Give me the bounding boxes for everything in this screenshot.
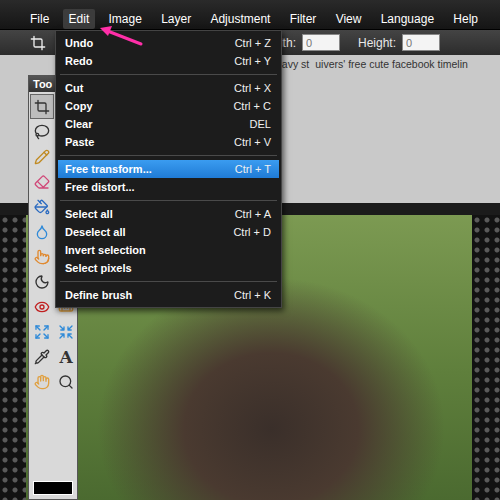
tool-button[interactable]: [54, 369, 78, 394]
tool-button[interactable]: [30, 119, 54, 144]
menu-item-label: Define brush: [65, 289, 132, 301]
menu-item-shortcut: Ctrl + C: [223, 100, 271, 112]
menu-separator: [60, 74, 277, 75]
menu-separator: [60, 200, 277, 201]
menu-item-label: Select all: [65, 208, 113, 220]
menu-item[interactable]: Invert selection: [58, 241, 279, 259]
menu-item[interactable]: Copy Ctrl + C: [58, 97, 279, 115]
document-title-part: uivers' free cute facebook timelin: [315, 58, 468, 70]
menu-item[interactable]: Free distort...: [58, 178, 279, 196]
menu-item[interactable]: Select pixels: [58, 259, 279, 277]
menu-item[interactable]: Select all Ctrl + A: [58, 205, 279, 223]
menu-bar-item[interactable]: Layer: [155, 9, 197, 29]
menu-item-label: Paste: [65, 136, 94, 148]
menu-bar-item[interactable]: Adjustment: [204, 9, 276, 29]
menu-item-label: Free distort...: [65, 181, 135, 193]
menu-bar-item[interactable]: Edit: [63, 9, 96, 29]
lace-border: [472, 215, 500, 500]
bucket-icon: [34, 199, 50, 215]
tool-button[interactable]: [54, 319, 78, 344]
zoom-icon: [58, 374, 74, 390]
hand-icon: [34, 374, 50, 390]
eraser-icon: [34, 174, 50, 190]
menu-item-shortcut: DEL: [240, 118, 271, 130]
menu-item-shortcut: Ctrl + D: [223, 226, 271, 238]
menu-bar-item[interactable]: Filter: [284, 9, 323, 29]
tool-button[interactable]: [30, 194, 54, 219]
red-eye-icon: [34, 299, 50, 315]
menu-item-shortcut: Ctrl + A: [225, 208, 271, 220]
menu-item-shortcut: Ctrl + V: [224, 136, 271, 148]
menu-bar-item[interactable]: Image: [103, 9, 148, 29]
tool-button[interactable]: [30, 294, 54, 319]
menu-item-label: Select pixels: [65, 262, 132, 274]
menu-item[interactable]: Redo Ctrl + Y: [58, 52, 279, 70]
tool-button[interactable]: [30, 369, 54, 394]
tool-button[interactable]: [30, 319, 54, 344]
pencil-icon: [34, 149, 50, 165]
crop-icon: [34, 99, 50, 115]
height-field[interactable]: [402, 34, 440, 51]
pointer-arrow-icon: [95, 22, 145, 48]
smudge-icon: [34, 249, 50, 265]
menu-bar-item[interactable]: View: [330, 9, 368, 29]
menu-item-label: Cut: [65, 82, 83, 94]
width-field[interactable]: [302, 34, 340, 51]
menu-bar: File Edit Image Layer Adjustment Filter View La…: [0, 0, 500, 30]
menu-separator: [60, 281, 277, 282]
tool-button[interactable]: [30, 244, 54, 269]
bloat-icon: [34, 324, 50, 340]
tool-button[interactable]: [30, 219, 54, 244]
menu-item-label: Deselect all: [65, 226, 126, 238]
tool-button[interactable]: [30, 269, 54, 294]
menu-item-shortcut: Ctrl + Y: [224, 55, 271, 67]
menu-item-label: Redo: [65, 55, 93, 67]
burn-icon: [34, 274, 50, 290]
type-tool[interactable]: A: [54, 344, 78, 369]
menu-item[interactable]: Deselect all Ctrl + D: [58, 223, 279, 241]
editor-window: File Edit Image Layer Adjustment Filter View La…: [0, 0, 500, 500]
color-swatch[interactable]: [33, 481, 73, 495]
tool-button[interactable]: [30, 94, 54, 119]
pinch-icon: [58, 324, 74, 340]
menu-item[interactable]: Define brush Ctrl + K: [58, 286, 279, 304]
menu-bar-item[interactable]: Language: [375, 9, 440, 29]
menu-item[interactable]: Cut Ctrl + X: [58, 79, 279, 97]
menu-item[interactable]: Undo Ctrl + Z: [58, 34, 279, 52]
crop-icon[interactable]: [30, 35, 46, 51]
menu-bar-item[interactable]: File: [24, 9, 55, 29]
menu-item-label: Free transform...: [65, 163, 152, 175]
height-label: Height:: [358, 36, 396, 50]
tool-button[interactable]: [30, 344, 54, 369]
menu-item[interactable]: Clear DEL: [58, 115, 279, 133]
edit-menu: UndoCtrl + ZRedoCtrl + YCutCtrl + XCopyC…: [55, 30, 282, 308]
picker-icon: [34, 349, 50, 365]
menu-bar-item[interactable]: Help: [447, 9, 484, 29]
menu-item-label: Copy: [65, 100, 93, 112]
blur-icon: [34, 224, 50, 240]
lace-border: [0, 215, 26, 500]
menu-item-shortcut: Ctrl + Z: [225, 37, 271, 49]
menu-item-label: Undo: [65, 37, 93, 49]
size-fields: Width:Height:: [262, 34, 452, 51]
menu-item-shortcut: Ctrl + T: [225, 163, 271, 175]
menu-item[interactable]: Free transform... Ctrl + T: [58, 160, 279, 178]
menu-item-shortcut: Ctrl + K: [224, 289, 271, 301]
menu-item[interactable]: Paste Ctrl + V: [58, 133, 279, 151]
menu-item-label: Clear: [65, 118, 93, 130]
tool-button[interactable]: [30, 169, 54, 194]
menu-item-label: Invert selection: [65, 244, 146, 256]
menu-item-shortcut: Ctrl + X: [224, 82, 271, 94]
menu-separator: [60, 155, 277, 156]
tool-button[interactable]: [30, 144, 54, 169]
lasso-icon: [34, 124, 50, 140]
document-title: navy stuivers' free cute facebook timeli…: [276, 58, 500, 70]
